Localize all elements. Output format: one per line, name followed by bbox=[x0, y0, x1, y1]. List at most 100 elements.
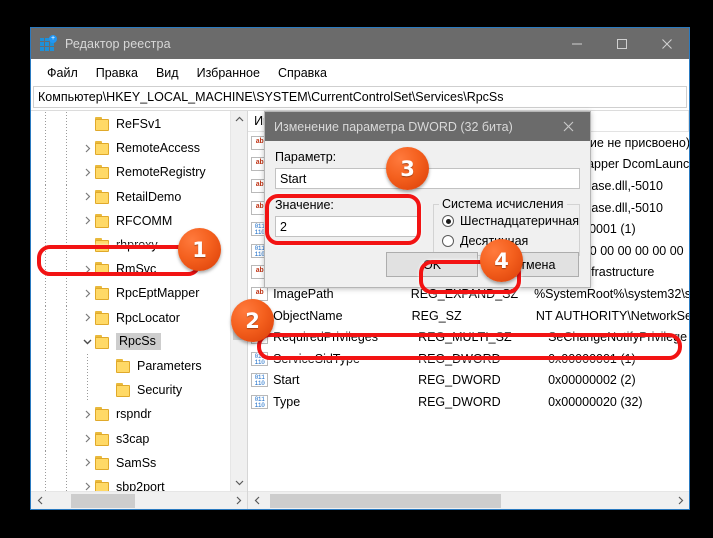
tree-scroll-up-icon[interactable] bbox=[231, 111, 247, 128]
tree-node[interactable]: rspndr bbox=[31, 402, 230, 427]
step-badge-1: 1 bbox=[178, 228, 221, 271]
value-type: REG_SZ bbox=[411, 308, 462, 323]
tree-node[interactable]: ReFSv1 bbox=[31, 112, 230, 137]
menu-help[interactable]: Справка bbox=[269, 63, 336, 83]
list-hscroll-thumb[interactable] bbox=[270, 493, 501, 508]
tree-node-label: rspndr bbox=[116, 407, 152, 422]
chevron-right-icon[interactable] bbox=[79, 189, 95, 205]
value-name: Type bbox=[273, 394, 301, 409]
menu-favorites[interactable]: Избранное bbox=[188, 63, 269, 83]
value-row[interactable]: abObjectNameREG_SZNT AUTHORITY\NetworkSe… bbox=[248, 305, 689, 327]
menu-view[interactable]: Вид bbox=[147, 63, 188, 83]
value-input[interactable]: 2 bbox=[275, 216, 420, 237]
tree-horizontal-scrollbar[interactable] bbox=[31, 491, 248, 510]
registry-tree[interactable]: ReFSv1 RemoteAccess RemoteRegistry RetailDe… bbox=[31, 111, 230, 491]
minimize-button[interactable] bbox=[554, 28, 599, 59]
chevron-right-icon[interactable] bbox=[79, 140, 95, 156]
screen: + Редактор реестра Файл Правка Вид Избра… bbox=[0, 0, 713, 538]
radio-dec-icon[interactable] bbox=[442, 235, 455, 247]
tree-node-label: RpcSs bbox=[116, 333, 161, 351]
tree-node-label: Security bbox=[137, 383, 183, 398]
tree-node-label: ReFSv1 bbox=[116, 117, 162, 132]
value-column: Значение: 2 bbox=[275, 198, 420, 256]
tree-scroll-left-icon[interactable] bbox=[31, 492, 49, 510]
value-type: REG_DWORD bbox=[418, 351, 501, 366]
plus-badge-icon: + bbox=[49, 34, 57, 43]
chevron-right-icon[interactable] bbox=[79, 164, 95, 180]
step-badge-4: 4 bbox=[480, 239, 523, 282]
dialog-title: Изменение параметра DWORD (32 бита) bbox=[274, 119, 513, 134]
tree-node-label: RetailDemo bbox=[116, 189, 182, 204]
radio-hexadecimal[interactable]: Шестнадцатеричная bbox=[442, 211, 579, 231]
tree-node[interactable]: RemoteRegistry bbox=[31, 160, 230, 185]
folder-icon bbox=[95, 262, 111, 277]
value-label: Значение: bbox=[275, 198, 334, 212]
tree-node-label: SamSs bbox=[116, 455, 157, 470]
chevron-right-icon[interactable] bbox=[79, 213, 95, 229]
tree-node[interactable]: RpcLocator bbox=[31, 305, 230, 330]
window-titlebar: + Редактор реестра bbox=[31, 28, 689, 59]
tree-node-label: RpcEptMapper bbox=[116, 286, 200, 301]
address-bar[interactable]: Компьютер\HKEY_LOCAL_MACHINE\SYSTEM\Curr… bbox=[33, 86, 687, 108]
tree-node[interactable]: RemoteAccess bbox=[31, 136, 230, 161]
folder-icon bbox=[95, 189, 111, 204]
chevron-right-icon[interactable] bbox=[79, 406, 95, 422]
dialog-close-button[interactable] bbox=[546, 112, 590, 141]
base-group-label: Система исчисления bbox=[439, 197, 567, 211]
value-row[interactable]: 011 110 ServiceSidType REG_DWORD 0x00000001 … bbox=[248, 348, 689, 370]
tree-node[interactable]: sbp2port bbox=[31, 474, 230, 491]
chevron-right-icon[interactable] bbox=[79, 310, 95, 326]
value-type: REG_EXPAND_SZ bbox=[410, 286, 519, 301]
tree-node-label: RmSvc bbox=[116, 262, 157, 277]
folder-icon bbox=[95, 431, 111, 446]
tree-node[interactable]: Parameters bbox=[31, 353, 230, 379]
chevron-right-icon[interactable] bbox=[79, 431, 95, 447]
chevron-down-icon[interactable] bbox=[79, 334, 95, 350]
step-badge-2: 2 bbox=[231, 299, 274, 342]
tree-node[interactable]: RpcSs bbox=[31, 329, 230, 354]
menu-edit[interactable]: Правка bbox=[87, 63, 147, 83]
window-title: Редактор реестра bbox=[65, 36, 171, 51]
tree-leaf-spacer bbox=[79, 237, 95, 253]
folder-icon bbox=[95, 479, 111, 491]
folder-icon bbox=[95, 141, 111, 156]
value-row[interactable]: 011 110 Start REG_DWORD 0x00000002 (2) bbox=[248, 370, 689, 392]
tree-scroll-down-icon[interactable] bbox=[231, 474, 247, 491]
tree-node[interactable]: SamSs bbox=[31, 450, 230, 475]
value-row[interactable]: abRequiredPrivilegesREG_MULTI_SZSeChange… bbox=[248, 326, 689, 348]
chevron-right-icon[interactable] bbox=[79, 479, 95, 491]
tree-node[interactable]: s3cap bbox=[31, 426, 230, 451]
tree-hscroll-track[interactable] bbox=[49, 492, 229, 510]
tree-node[interactable]: RpcEptMapper bbox=[31, 281, 230, 306]
list-scroll-right-icon[interactable] bbox=[671, 492, 689, 510]
folder-icon bbox=[95, 286, 111, 301]
chevron-right-icon[interactable] bbox=[79, 285, 95, 301]
ok-button[interactable]: OK bbox=[386, 252, 478, 277]
radio-hex-label: Шестнадцатеричная bbox=[460, 214, 579, 228]
folder-icon bbox=[95, 407, 111, 422]
tree-hscroll-thumb[interactable] bbox=[70, 493, 136, 508]
tree-scroll-right-icon[interactable] bbox=[229, 492, 247, 510]
list-scroll-left-icon[interactable] bbox=[248, 492, 266, 510]
tree-leaf-spacer bbox=[100, 382, 116, 398]
list-hscroll-track[interactable] bbox=[266, 492, 671, 510]
close-button[interactable] bbox=[644, 28, 689, 59]
chevron-right-icon[interactable] bbox=[79, 261, 95, 277]
value-type: REG_DWORD bbox=[418, 373, 501, 388]
tree-leaf-spacer bbox=[79, 116, 95, 132]
tree-scroll-area: ReFSv1 RemoteAccess RemoteRegistry RetailDe… bbox=[31, 111, 248, 491]
value-row[interactable]: 011 110 Type REG_DWORD 0x00000020 (32) bbox=[248, 391, 689, 413]
chevron-right-icon[interactable] bbox=[79, 455, 95, 471]
radio-hex-icon[interactable] bbox=[442, 215, 455, 227]
tree-node-label: RFCOMM bbox=[116, 213, 173, 228]
edit-dword-dialog: Изменение параметра DWORD (32 бита) Пара… bbox=[264, 111, 591, 288]
value-name: RequiredPrivileges bbox=[273, 330, 378, 345]
tree-node[interactable]: Security bbox=[31, 378, 230, 403]
tree-node[interactable]: RetailDemo bbox=[31, 184, 230, 209]
menu-file[interactable]: Файл bbox=[38, 63, 87, 83]
folder-icon bbox=[95, 165, 111, 180]
list-horizontal-scrollbar[interactable] bbox=[248, 491, 689, 509]
folder-icon bbox=[116, 383, 132, 398]
binary-value-icon: 011 110 bbox=[251, 394, 269, 409]
maximize-button[interactable] bbox=[599, 28, 644, 59]
